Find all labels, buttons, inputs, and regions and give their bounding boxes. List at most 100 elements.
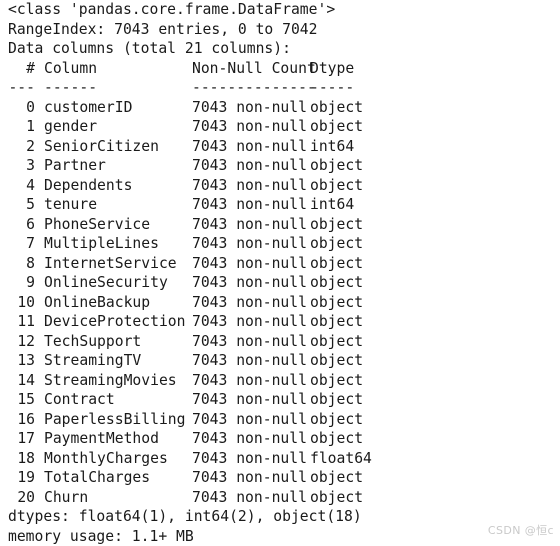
row-column: tenure — [44, 195, 97, 215]
row-column: PaymentMethod — [44, 429, 159, 449]
row-index: 13 — [8, 351, 35, 371]
row-column: PaperlessBilling — [44, 410, 185, 430]
row-column: gender — [44, 117, 97, 137]
row-column: Partner — [44, 156, 106, 176]
row-count: 7043 non-null — [192, 449, 307, 469]
table-row: 3 Partner 7043 non-nullobject — [0, 156, 560, 176]
memory-usage-line: memory usage: 1.1+ MB — [0, 527, 560, 546]
row-count: 7043 non-null — [192, 429, 307, 449]
row-dtype: int64 — [310, 137, 354, 157]
range-index-line: RangeIndex: 7043 entries, 0 to 7042 — [0, 20, 560, 40]
row-index: 6 — [8, 215, 35, 235]
rule-count: -------------- — [192, 78, 316, 98]
column-rows: 0customerID7043 non-nullobject1gender704… — [0, 98, 560, 508]
row-dtype: object — [310, 468, 363, 488]
row-column: SeniorCitizen — [44, 137, 159, 157]
table-row: 0 customerID 7043 non-nullobject — [0, 98, 560, 118]
row-column: Contract — [44, 390, 115, 410]
row-column: TotalCharges — [44, 468, 150, 488]
row-count: 7043 non-null — [192, 98, 307, 118]
table-rule-row: --- ------ -------------- ----- — [0, 78, 560, 98]
row-count: 7043 non-null — [192, 312, 307, 332]
row-column: OnlineSecurity — [44, 273, 168, 293]
row-count: 7043 non-null — [192, 137, 307, 157]
row-dtype: float64 — [310, 449, 372, 469]
header-dtype: Dtype — [310, 59, 354, 79]
table-row: 2 SeniorCitizen 7043 non-nullint64 — [0, 137, 560, 157]
table-row: 11 DeviceProtection 7043 non-nullobject — [0, 312, 560, 332]
row-index: 0 — [8, 98, 35, 118]
header-count: Non-Null Count — [192, 59, 316, 79]
row-index: 19 — [8, 468, 35, 488]
row-dtype: object — [310, 371, 363, 391]
row-dtype: object — [310, 215, 363, 235]
row-count: 7043 non-null — [192, 273, 307, 293]
row-index: 7 — [8, 234, 35, 254]
table-row: 16PaperlessBilling7043 non-nullobject — [0, 410, 560, 430]
row-index: 11 — [8, 312, 35, 332]
row-count: 7043 non-null — [192, 351, 307, 371]
row-dtype: object — [310, 488, 363, 508]
row-index: 12 — [8, 332, 35, 352]
table-row: 13 StreamingTV 7043 non-nullobject — [0, 351, 560, 371]
class-line: <class 'pandas.core.frame.DataFrame'> — [0, 0, 560, 20]
row-index: 8 — [8, 254, 35, 274]
row-column: StreamingMovies — [44, 371, 177, 391]
row-dtype: object — [310, 312, 363, 332]
row-index: 10 — [8, 293, 35, 313]
table-row: 10OnlineBackup7043 non-nullobject — [0, 293, 560, 313]
row-index: 2 — [8, 137, 35, 157]
row-column: MonthlyCharges — [44, 449, 168, 469]
row-column: MultipleLines — [44, 234, 159, 254]
row-count: 7043 non-null — [192, 215, 307, 235]
header-index: # — [8, 59, 35, 79]
row-dtype: int64 — [310, 195, 354, 215]
table-row: 1gender7043 non-nullobject — [0, 117, 560, 137]
csdn-watermark: CSDN @恒c — [488, 522, 554, 538]
row-column: DeviceProtection — [44, 312, 185, 332]
table-row: 17 PaymentMethod 7043 non-nullobject — [0, 429, 560, 449]
row-count: 7043 non-null — [192, 332, 307, 352]
row-count: 7043 non-null — [192, 468, 307, 488]
row-dtype: object — [310, 234, 363, 254]
table-row: 7MultipleLines7043 non-nullobject — [0, 234, 560, 254]
row-count: 7043 non-null — [192, 176, 307, 196]
row-index: 18 — [8, 449, 35, 469]
row-column: customerID — [44, 98, 132, 118]
table-row: 14 StreamingMovies 7043 non-nullobject — [0, 371, 560, 391]
table-header-row: # Column Non-Null Count Dtype — [0, 59, 560, 79]
row-column: Dependents — [44, 176, 132, 196]
row-column: OnlineBackup — [44, 293, 150, 313]
row-count: 7043 non-null — [192, 488, 307, 508]
row-count: 7043 non-null — [192, 371, 307, 391]
row-column: InternetService — [44, 254, 177, 274]
row-dtype: object — [310, 351, 363, 371]
row-dtype: object — [310, 332, 363, 352]
row-count: 7043 non-null — [192, 254, 307, 274]
row-index: 3 — [8, 156, 35, 176]
table-row: 6PhoneService7043 non-nullobject — [0, 215, 560, 235]
table-row: 19 TotalCharges 7043 non-nullobject — [0, 468, 560, 488]
row-index: 15 — [8, 390, 35, 410]
row-dtype: object — [310, 273, 363, 293]
table-row: 5tenure7043 non-nullint64 — [0, 195, 560, 215]
row-dtype: object — [310, 410, 363, 430]
row-count: 7043 non-null — [192, 156, 307, 176]
row-dtype: object — [310, 429, 363, 449]
table-row: 18 MonthlyCharges 7043 non-nullfloat64 — [0, 449, 560, 469]
row-dtype: object — [310, 98, 363, 118]
table-row: 4Dependents7043 non-nullobject — [0, 176, 560, 196]
row-dtype: object — [310, 156, 363, 176]
row-index: 1 — [8, 117, 35, 137]
table-row: 15Contract7043 non-nullobject — [0, 390, 560, 410]
row-dtype: object — [310, 176, 363, 196]
row-dtype: object — [310, 390, 363, 410]
row-column: StreamingTV — [44, 351, 141, 371]
row-index: 20 — [8, 488, 35, 508]
row-index: 17 — [8, 429, 35, 449]
row-count: 7043 non-null — [192, 293, 307, 313]
rule-dtype: ----- — [310, 78, 354, 98]
row-dtype: object — [310, 254, 363, 274]
row-index: 14 — [8, 371, 35, 391]
row-index: 16 — [8, 410, 35, 430]
